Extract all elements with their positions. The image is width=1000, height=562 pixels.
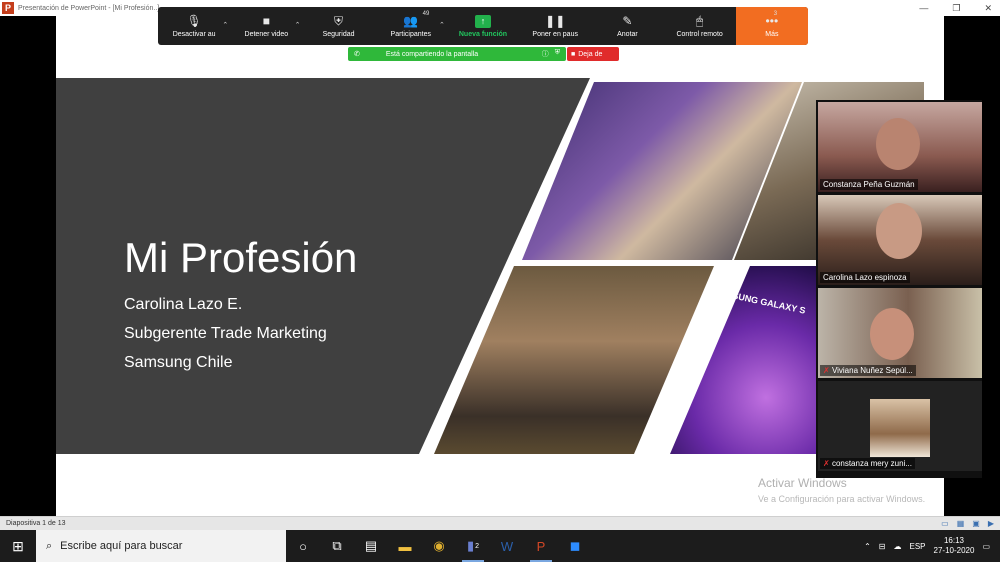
microphone-icon: 🎙	[186, 13, 202, 28]
notes-icon[interactable]: ▭	[941, 519, 949, 528]
activation-watermark-title: Activar Windows	[758, 476, 847, 490]
slideshow-icon[interactable]: ▶	[988, 519, 994, 528]
security-button[interactable]: ⛨ Seguridad	[302, 7, 374, 45]
zoom-toolbar: 🎙 Desactivar au ⌃ ■ Detener video ⌃ ⛨ Se…	[158, 7, 808, 45]
profile-picture	[870, 399, 930, 457]
participant-face	[870, 308, 914, 360]
video-tile[interactable]: ✗ Viviana Nuñez Sepúl...	[818, 288, 982, 378]
participant-face	[876, 118, 920, 170]
remote-control-button[interactable]: 🖱 Control remoto	[664, 7, 736, 45]
phone-icon: ✆	[354, 51, 360, 58]
clock[interactable]: 16:13 27-10-2020	[934, 536, 975, 556]
minimize-button[interactable]: —	[919, 3, 928, 13]
stop-share-button[interactable]: ■ Deja de	[567, 47, 619, 61]
slide-line-company: Samsung Chile	[124, 354, 233, 371]
shield-small-icon[interactable]: ⛨	[555, 49, 560, 59]
chevron-up-icon[interactable]: ⌃	[864, 542, 871, 551]
cloud-icon[interactable]: ☁	[894, 542, 902, 551]
share-arrow-icon: ↑	[474, 14, 491, 28]
more-button[interactable]: ••• 3 Más	[735, 7, 808, 45]
video-tile[interactable]: ✗ constanza mery zuni...	[818, 381, 982, 471]
teams-icon[interactable]: ▮ 2	[456, 530, 490, 562]
clock-date: 27-10-2020	[933, 546, 975, 555]
participant-name: Constanza Peña Guzmán	[820, 179, 918, 190]
slide: Mi Profesión Carolina Lazo E. Subgerente…	[56, 16, 944, 516]
share-status-text: Está compartiendo la pantalla	[385, 50, 479, 58]
participant-name: ✗ constanza mery zuni...	[820, 458, 915, 469]
activation-watermark-subtitle: Ve a Configuración para activar Windows.	[758, 494, 926, 504]
system-tray: ⌃ ⊟ ☁ ESP 16:13 27-10-2020 ▭	[864, 536, 1000, 556]
participants-count-badge: 49	[422, 11, 430, 17]
screen-share-banner[interactable]: ✆ Está compartiendo la pantalla ⓘ ⛨	[348, 47, 566, 61]
pause-icon: ❚❚	[545, 13, 566, 28]
notification-icon[interactable]: ▭	[982, 542, 990, 551]
annotate-button[interactable]: ✎ Anotar	[591, 7, 663, 45]
shield-icon: ⛨	[334, 13, 344, 28]
file-explorer-icon[interactable]: ▬	[388, 530, 422, 562]
window-title: Presentación de PowerPoint - [Mi Profesi…	[18, 4, 160, 12]
video-camera-icon: ■	[262, 13, 270, 28]
mute-button[interactable]: 🎙 Desactivar au ⌃	[158, 7, 230, 45]
participants-icon: 👥	[403, 13, 419, 28]
pause-share-button[interactable]: ❚❚ Poner en paus	[519, 7, 591, 45]
clock-time: 16:13	[943, 536, 964, 545]
video-tile[interactable]: Constanza Peña Guzmán	[818, 102, 982, 192]
participant-face	[876, 203, 922, 259]
slide-title: Mi Profesión	[124, 234, 358, 281]
chevron-up-icon[interactable]: ⌃	[222, 21, 228, 29]
reading-view-icon[interactable]: ▣	[972, 519, 980, 528]
taskbar-search-input[interactable]: ⌕ Escribe aquí para buscar	[36, 530, 286, 562]
mic-muted-icon: ✗	[823, 366, 832, 375]
search-icon: ⌕	[46, 539, 53, 552]
video-panel: Constanza Peña Guzmán Carolina Lazo espi…	[816, 100, 982, 478]
normal-view-icon[interactable]: ▦	[957, 519, 965, 528]
zoom-icon[interactable]: ◼	[558, 530, 592, 562]
stop-icon: ■	[571, 50, 576, 58]
mouse-icon: 🖱	[696, 13, 704, 28]
video-tile[interactable]: Carolina Lazo espinoza	[818, 195, 982, 285]
participant-name: ✗ Viviana Nuñez Sepúl...	[820, 365, 916, 376]
participants-button[interactable]: 👥 49 Participantes ⌃	[375, 7, 447, 45]
cortana-icon[interactable]: ○	[286, 530, 320, 562]
participant-name: Carolina Lazo espinoza	[820, 272, 910, 283]
language-indicator[interactable]: ESP	[910, 542, 926, 551]
stop-video-button[interactable]: ■ Detener video ⌃	[230, 7, 302, 45]
word-icon[interactable]: W	[490, 530, 524, 562]
powerpoint-taskbar-icon[interactable]: P	[524, 530, 558, 562]
task-view-icon[interactable]: ⧉	[320, 530, 354, 562]
slide-line-role: Subgerente Trade Marketing	[124, 325, 327, 342]
slide-counter: Diapositiva 1 de 13	[6, 520, 66, 527]
ppt-status-bar: Diapositiva 1 de 13 ▭ ▦ ▣ ▶	[0, 516, 1000, 530]
file-icon[interactable]: ▤	[354, 530, 388, 562]
event-stage-text: SAMSUNG GALAXY S	[711, 286, 807, 316]
new-share-button[interactable]: ↑ Nueva función	[447, 7, 519, 45]
slide-line-name: Carolina Lazo E.	[124, 296, 243, 313]
powerpoint-icon: P	[2, 2, 14, 14]
chevron-up-icon[interactable]: ⌃	[439, 21, 445, 29]
windows-start-button[interactable]: ⊞	[0, 530, 36, 562]
network-icon[interactable]: ⊟	[879, 542, 886, 551]
mic-muted-icon: ✗	[823, 459, 832, 468]
pencil-icon: ✎	[622, 13, 633, 28]
close-button[interactable]: ✕	[984, 3, 992, 14]
more-count-badge: 3	[773, 11, 778, 17]
info-icon[interactable]: ⓘ	[542, 49, 549, 59]
search-placeholder: Escribe aquí para buscar	[60, 540, 183, 552]
chevron-up-icon[interactable]: ⌃	[295, 21, 301, 29]
windows-taskbar: ⊞ ⌕ Escribe aquí para buscar ○ ⧉ ▤ ▬ ◉ ▮…	[0, 530, 1000, 562]
maximize-button[interactable]: ❐	[952, 3, 960, 14]
teams-badge: 2	[475, 542, 480, 550]
chrome-icon[interactable]: ◉	[422, 530, 456, 562]
